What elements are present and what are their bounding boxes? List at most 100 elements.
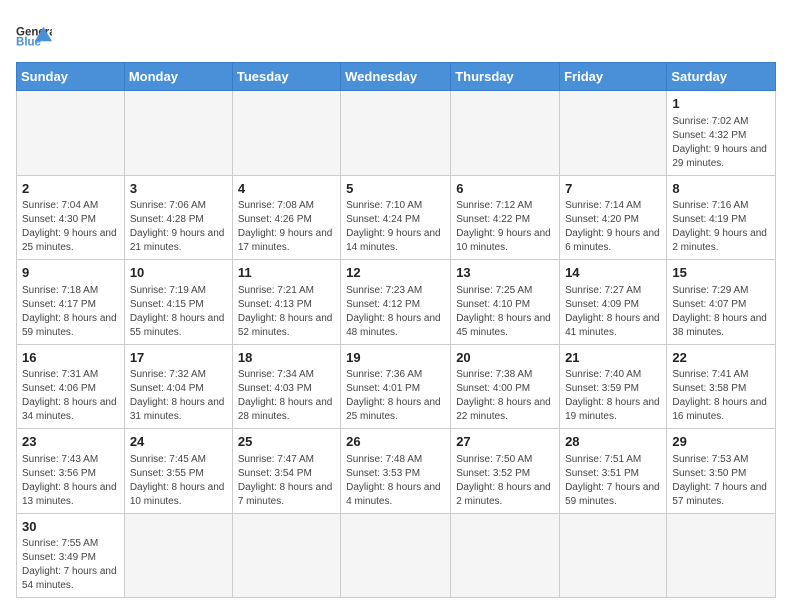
calendar-cell [451, 91, 560, 176]
day-number: 21 [565, 349, 661, 367]
day-number: 9 [22, 264, 119, 282]
day-number: 4 [238, 180, 335, 198]
day-number: 22 [672, 349, 770, 367]
day-number: 11 [238, 264, 335, 282]
day-info: Sunrise: 7:40 AM Sunset: 3:59 PM Dayligh… [565, 368, 661, 424]
day-of-week-saturday: Saturday [667, 63, 776, 91]
day-info: Sunrise: 7:34 AM Sunset: 4:03 PM Dayligh… [238, 368, 335, 424]
day-of-week-sunday: Sunday [17, 63, 125, 91]
day-number: 3 [130, 180, 227, 198]
day-number: 2 [22, 180, 119, 198]
calendar-cell: 16Sunrise: 7:31 AM Sunset: 4:06 PM Dayli… [17, 344, 125, 429]
day-number: 10 [130, 264, 227, 282]
calendar-cell: 17Sunrise: 7:32 AM Sunset: 4:04 PM Dayli… [124, 344, 232, 429]
calendar-cell: 26Sunrise: 7:48 AM Sunset: 3:53 PM Dayli… [341, 429, 451, 514]
day-info: Sunrise: 7:47 AM Sunset: 3:54 PM Dayligh… [238, 453, 335, 509]
day-info: Sunrise: 7:50 AM Sunset: 3:52 PM Dayligh… [456, 453, 554, 509]
calendar-cell [232, 513, 340, 598]
calendar-cell: 27 Sunrise: 7:50 AM Sunset: 3:52 PM Dayli… [451, 429, 560, 514]
calendar-cell [667, 513, 776, 598]
day-of-week-wednesday: Wednesday [341, 63, 451, 91]
calendar-cell: 18Sunrise: 7:34 AM Sunset: 4:03 PM Dayli… [232, 344, 340, 429]
calendar-cell [124, 513, 232, 598]
calendar-cell [341, 91, 451, 176]
calendar-cell [451, 513, 560, 598]
week-row-5: 30Sunrise: 7:55 AM Sunset: 3:49 PM Dayli… [17, 513, 776, 598]
calendar-cell: 20Sunrise: 7:38 AM Sunset: 4:00 PM Dayli… [451, 344, 560, 429]
day-number: 29 [672, 433, 770, 451]
day-number: 15 [672, 264, 770, 282]
calendar-cell: 21Sunrise: 7:40 AM Sunset: 3:59 PM Dayli… [560, 344, 667, 429]
day-info: Sunrise: 7:43 AM Sunset: 3:56 PM Dayligh… [22, 453, 119, 509]
calendar-cell: 3Sunrise: 7:06 AM Sunset: 4:28 PM Daylig… [124, 175, 232, 260]
calendar-cell: 9 Sunrise: 7:18 AM Sunset: 4:17 PM Daylig… [17, 260, 125, 345]
week-row-4: 23Sunrise: 7:43 AM Sunset: 3:56 PM Dayli… [17, 429, 776, 514]
day-number: 20 [456, 349, 554, 367]
day-of-week-monday: Monday [124, 63, 232, 91]
calendar-cell: 12Sunrise: 7:23 AM Sunset: 4:12 PM Dayli… [341, 260, 451, 345]
calendar-cell: 2Sunrise: 7:04 AM Sunset: 4:30 PM Daylig… [17, 175, 125, 260]
day-info: Sunrise: 7:08 AM Sunset: 4:26 PM Dayligh… [238, 199, 335, 255]
day-number: 14 [565, 264, 661, 282]
day-info: Sunrise: 7:14 AM Sunset: 4:20 PM Dayligh… [565, 199, 661, 255]
calendar-cell: 5Sunrise: 7:10 AM Sunset: 4:24 PM Daylig… [341, 175, 451, 260]
week-row-3: 16Sunrise: 7:31 AM Sunset: 4:06 PM Dayli… [17, 344, 776, 429]
day-info: Sunrise: 7:45 AM Sunset: 3:55 PM Dayligh… [130, 453, 227, 509]
calendar-cell: 10 Sunrise: 7:19 AM Sunset: 4:15 PM Dayli… [124, 260, 232, 345]
calendar-header: SundayMondayTuesdayWednesdayThursdayFrid… [17, 63, 776, 91]
calendar-cell: 8Sunrise: 7:16 AM Sunset: 4:19 PM Daylig… [667, 175, 776, 260]
day-info: Sunrise: 7:38 AM Sunset: 4:00 PM Dayligh… [456, 368, 554, 424]
week-row-0: 1 Sunrise: 7:02 AM Sunset: 4:32 PM Daylig… [17, 91, 776, 176]
calendar-cell: 25 Sunrise: 7:47 AM Sunset: 3:54 PM Dayli… [232, 429, 340, 514]
day-info: Sunrise: 7:51 AM Sunset: 3:51 PM Dayligh… [565, 453, 661, 509]
days-of-week-row: SundayMondayTuesdayWednesdayThursdayFrid… [17, 63, 776, 91]
calendar-cell [17, 91, 125, 176]
calendar-cell [341, 513, 451, 598]
calendar-cell: 13 Sunrise: 7:25 AM Sunset: 4:10 PM Dayli… [451, 260, 560, 345]
calendar-body: 1 Sunrise: 7:02 AM Sunset: 4:32 PM Daylig… [17, 91, 776, 598]
calendar-cell [560, 513, 667, 598]
day-number: 25 [238, 433, 335, 451]
calendar-cell: 23Sunrise: 7:43 AM Sunset: 3:56 PM Dayli… [17, 429, 125, 514]
day-number: 19 [346, 349, 445, 367]
day-number: 18 [238, 349, 335, 367]
logo: General Blue [16, 16, 52, 52]
calendar-cell: 4Sunrise: 7:08 AM Sunset: 4:26 PM Daylig… [232, 175, 340, 260]
calendar-cell: 11 Sunrise: 7:21 AM Sunset: 4:13 PM Dayli… [232, 260, 340, 345]
day-number: 27 [456, 433, 554, 451]
calendar-cell: 28 Sunrise: 7:51 AM Sunset: 3:51 PM Dayli… [560, 429, 667, 514]
calendar-cell: 7Sunrise: 7:14 AM Sunset: 4:20 PM Daylig… [560, 175, 667, 260]
day-info: Sunrise: 7:36 AM Sunset: 4:01 PM Dayligh… [346, 368, 445, 424]
day-info: Sunrise: 7:31 AM Sunset: 4:06 PM Dayligh… [22, 368, 119, 424]
calendar-cell: 24 Sunrise: 7:45 AM Sunset: 3:55 PM Dayli… [124, 429, 232, 514]
calendar-cell: 1 Sunrise: 7:02 AM Sunset: 4:32 PM Daylig… [667, 91, 776, 176]
calendar-cell: 29 Sunrise: 7:53 AM Sunset: 3:50 PM Dayli… [667, 429, 776, 514]
calendar-cell: 6Sunrise: 7:12 AM Sunset: 4:22 PM Daylig… [451, 175, 560, 260]
calendar-cell [232, 91, 340, 176]
day-info: Sunrise: 7:41 AM Sunset: 3:58 PM Dayligh… [672, 368, 770, 424]
day-info: Sunrise: 7:25 AM Sunset: 4:10 PM Dayligh… [456, 284, 554, 340]
day-of-week-thursday: Thursday [451, 63, 560, 91]
day-of-week-friday: Friday [560, 63, 667, 91]
day-info: Sunrise: 7:48 AM Sunset: 3:53 PM Dayligh… [346, 453, 445, 509]
day-info: Sunrise: 7:53 AM Sunset: 3:50 PM Dayligh… [672, 453, 770, 509]
calendar-table: SundayMondayTuesdayWednesdayThursdayFrid… [16, 62, 776, 598]
header: General Blue [16, 16, 776, 52]
week-row-2: 9 Sunrise: 7:18 AM Sunset: 4:17 PM Daylig… [17, 260, 776, 345]
day-number: 5 [346, 180, 445, 198]
day-number: 17 [130, 349, 227, 367]
day-info: Sunrise: 7:18 AM Sunset: 4:17 PM Dayligh… [22, 284, 119, 340]
day-number: 13 [456, 264, 554, 282]
calendar-cell: 30Sunrise: 7:55 AM Sunset: 3:49 PM Dayli… [17, 513, 125, 598]
day-info: Sunrise: 7:19 AM Sunset: 4:15 PM Dayligh… [130, 284, 227, 340]
calendar-cell: 22Sunrise: 7:41 AM Sunset: 3:58 PM Dayli… [667, 344, 776, 429]
day-info: Sunrise: 7:27 AM Sunset: 4:09 PM Dayligh… [565, 284, 661, 340]
day-info: Sunrise: 7:21 AM Sunset: 4:13 PM Dayligh… [238, 284, 335, 340]
day-info: Sunrise: 7:02 AM Sunset: 4:32 PM Dayligh… [672, 115, 770, 171]
day-number: 1 [672, 95, 770, 113]
day-info: Sunrise: 7:29 AM Sunset: 4:07 PM Dayligh… [672, 284, 770, 340]
day-info: Sunrise: 7:32 AM Sunset: 4:04 PM Dayligh… [130, 368, 227, 424]
day-number: 24 [130, 433, 227, 451]
day-number: 30 [22, 518, 119, 536]
day-number: 28 [565, 433, 661, 451]
